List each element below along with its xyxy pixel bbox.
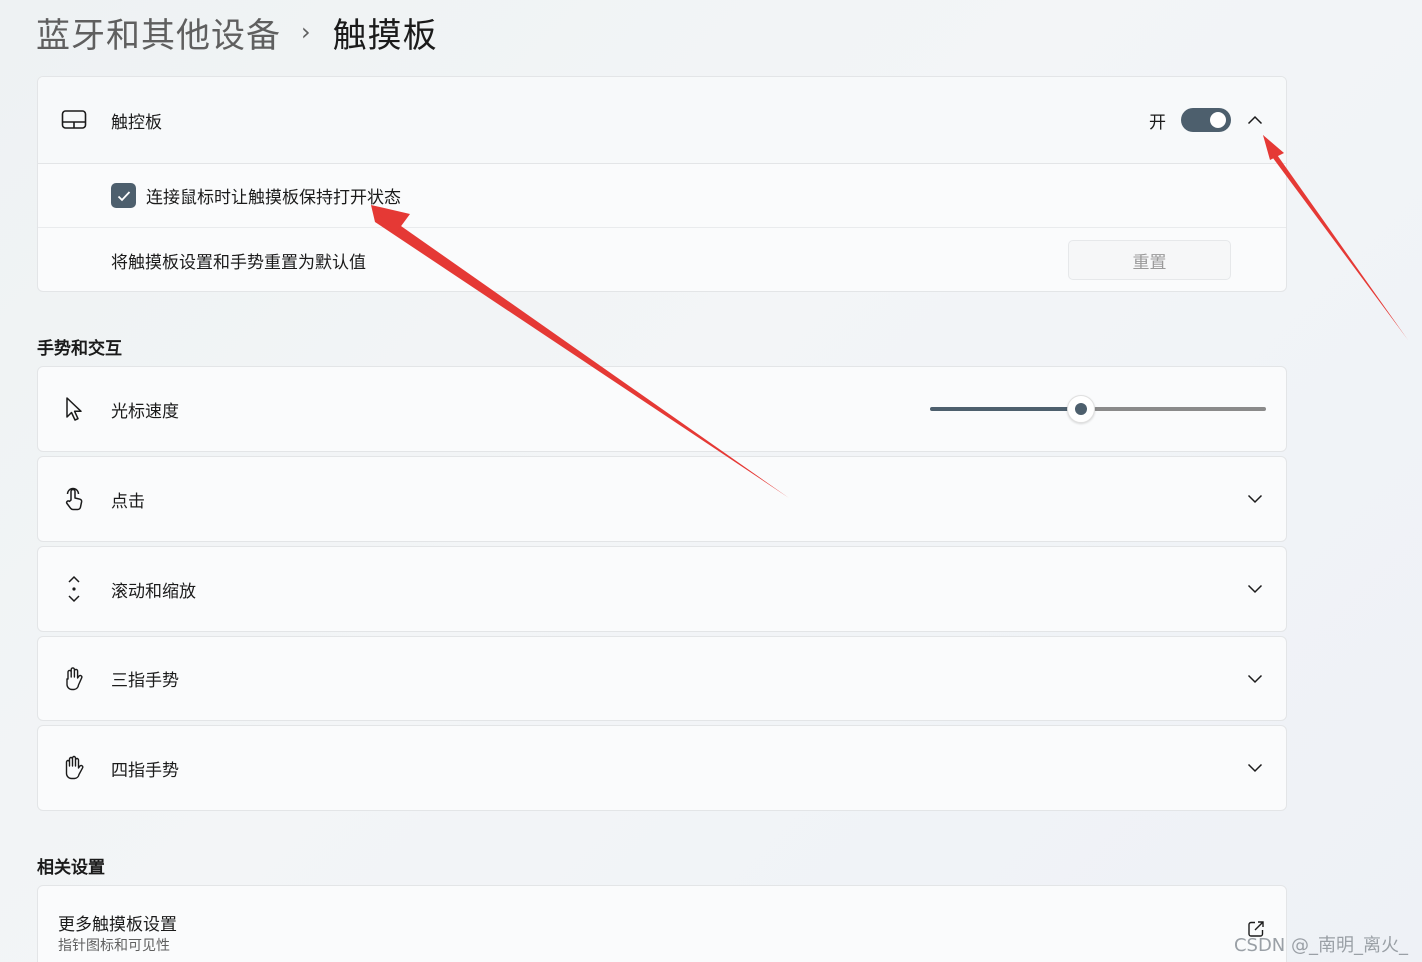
touchpad-header[interactable]: 触控板 开: [38, 77, 1286, 164]
list-item-label: 滚动和缩放: [111, 581, 196, 602]
checkmark-icon: [117, 190, 130, 201]
gestures-section-title: 手势和交互: [37, 339, 122, 359]
keep-on-row: 连接鼠标时让触摸板保持打开状态: [38, 164, 1286, 228]
list-item[interactable]: 三指手势: [38, 637, 1286, 720]
hand-icon: [60, 754, 88, 782]
scroll-zoom-card[interactable]: 滚动和缩放: [37, 546, 1287, 632]
more-touchpad-settings-subtitle: 指针图标和可见性: [58, 938, 170, 954]
cursor-speed-card: 光标速度: [37, 366, 1287, 452]
keep-on-checkbox[interactable]: [111, 183, 136, 208]
touchpad-card: 触控板 开 连接鼠标时让触摸板保持打开状态 将触摸板设置和手势重置为默认值 重置: [37, 76, 1287, 292]
keep-on-label: 连接鼠标时让触摸板保持打开状态: [146, 188, 401, 208]
reset-label: 将触摸板设置和手势重置为默认值: [111, 252, 366, 273]
breadcrumb-separator-icon: ›: [301, 18, 311, 46]
toggle-state-text: 开: [1149, 112, 1166, 133]
scroll-icon: [60, 575, 88, 603]
list-item[interactable]: 滚动和缩放: [38, 547, 1286, 631]
more-touchpad-settings-title: 更多触摸板设置: [58, 915, 177, 935]
related-section-title: 相关设置: [37, 858, 105, 878]
more-touchpad-settings-link[interactable]: 更多触摸板设置 指针图标和可见性: [37, 885, 1287, 962]
touchpad-label: 触控板: [111, 112, 162, 133]
chevron-up-icon[interactable]: [1246, 111, 1264, 129]
cursor-icon: [60, 395, 88, 423]
toggle-knob: [1210, 112, 1226, 128]
hand-icon: [60, 665, 88, 693]
page-title: 触摸板: [332, 15, 438, 56]
list-item-label: 三指手势: [111, 671, 179, 691]
cursor-speed-slider[interactable]: [930, 395, 1266, 423]
list-item-label: 四指手势: [111, 760, 179, 781]
list-item[interactable]: 四指手势: [38, 726, 1286, 810]
slider-thumb[interactable]: [1067, 395, 1095, 423]
breadcrumb-parent[interactable]: 蓝牙和其他设备: [36, 8, 281, 57]
slider-track: [1094, 407, 1266, 411]
chevron-down-icon[interactable]: [1246, 670, 1264, 688]
slider-fill: [930, 407, 1070, 411]
cursor-speed-label: 光标速度: [111, 401, 179, 422]
touchpad-icon: [60, 106, 88, 134]
watermark: CSDN @_南明_离火_: [1233, 935, 1408, 956]
breadcrumb: 蓝牙和其他设备 › 触摸板: [36, 8, 438, 56]
chevron-down-icon[interactable]: [1246, 580, 1264, 598]
chevron-down-icon[interactable]: [1246, 490, 1264, 508]
reset-button[interactable]: 重置: [1068, 240, 1231, 280]
reset-row: 将触摸板设置和手势重置为默认值 重置: [38, 228, 1286, 291]
tap-card[interactable]: 点击: [37, 456, 1287, 542]
three-finger-card[interactable]: 三指手势: [37, 636, 1287, 721]
list-item-label: 点击: [111, 491, 145, 512]
tap-icon: [60, 485, 88, 513]
list-item[interactable]: 点击: [38, 457, 1286, 541]
touchpad-toggle[interactable]: [1181, 108, 1231, 132]
chevron-down-icon[interactable]: [1246, 759, 1264, 777]
cursor-speed-row: 光标速度: [38, 367, 1286, 451]
four-finger-card[interactable]: 四指手势: [37, 725, 1287, 811]
